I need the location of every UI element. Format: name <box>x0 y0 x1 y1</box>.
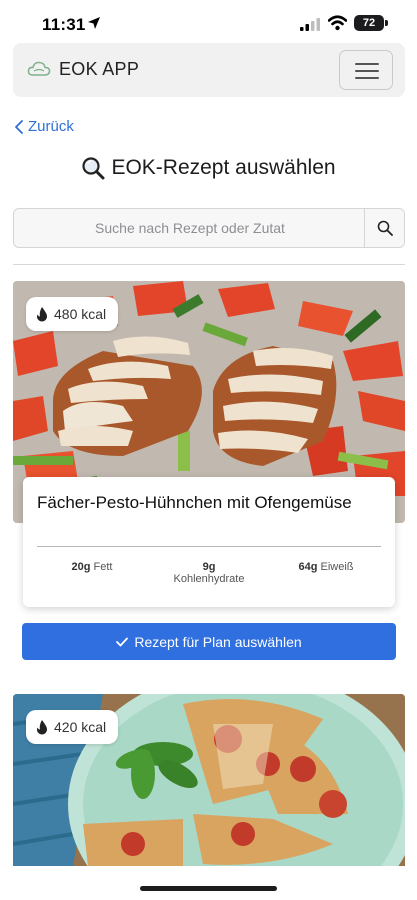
battery-cap <box>385 20 388 26</box>
macro-carbs-value: 9g <box>202 561 216 573</box>
back-link[interactable]: Zurück <box>14 118 74 135</box>
location-arrow-icon <box>88 17 100 29</box>
page-title: EOK-Rezept auswählen <box>0 156 417 180</box>
status-time: 11:31 <box>42 15 86 34</box>
brand-name[interactable]: EOK APP <box>59 59 139 80</box>
kcal-value: 480 kcal <box>54 306 107 322</box>
top-navbar: EOK APP <box>13 43 405 97</box>
back-label: Zurück <box>28 118 74 135</box>
recipe-title: Fächer-Pesto-Hühnchen mit Ofengemüse <box>37 493 352 512</box>
hamburger-icon <box>355 63 379 65</box>
select-recipe-button[interactable]: Rezept für Plan auswählen <box>22 623 396 660</box>
cloud-icon <box>27 61 51 76</box>
status-bar: 11:31 72 <box>0 0 417 48</box>
search-icon <box>377 220 393 236</box>
card-divider <box>37 546 381 547</box>
wifi-icon <box>328 15 347 31</box>
macro-fat-value: 20g <box>71 561 91 573</box>
search-button[interactable] <box>364 209 404 247</box>
select-recipe-label: Rezept für Plan auswählen <box>134 633 302 650</box>
flame-icon <box>37 306 47 321</box>
chevron-left-icon <box>15 119 23 134</box>
recipe-info-card[interactable]: Fächer-Pesto-Hühnchen mit Ofengemüse 20g… <box>23 477 395 607</box>
menu-button[interactable] <box>339 50 393 90</box>
macro-carbs: 9g Kohlenhydrate <box>154 561 264 585</box>
kcal-value-2: 420 kcal <box>54 719 107 735</box>
search-input[interactable] <box>14 209 366 247</box>
cellular-signal-icon <box>300 18 320 31</box>
search-bar <box>13 208 405 248</box>
macro-carbs-label: Kohlenhydrate <box>173 573 245 585</box>
checkmark-icon <box>116 637 129 646</box>
macro-protein: 64g Eiweiß <box>271 561 381 585</box>
macro-protein-value: 64g <box>298 561 318 573</box>
home-indicator[interactable] <box>140 886 277 891</box>
flame-icon <box>37 719 47 734</box>
kcal-badge: 480 kcal <box>26 297 119 331</box>
macros-row: 20g Fett 9g Kohlenhydrate 64g Eiweiß <box>37 561 381 585</box>
macro-fat-label: Fett <box>93 561 113 573</box>
divider <box>13 264 405 265</box>
battery-icon: 72 <box>354 15 384 31</box>
magnifier-emoji-icon <box>82 157 105 180</box>
kcal-badge-2: 420 kcal <box>26 710 119 744</box>
macro-fat: 20g Fett <box>37 561 147 585</box>
macro-protein-label: Eiweiß <box>320 561 354 573</box>
page-title-text: EOK-Rezept auswählen <box>111 156 336 179</box>
